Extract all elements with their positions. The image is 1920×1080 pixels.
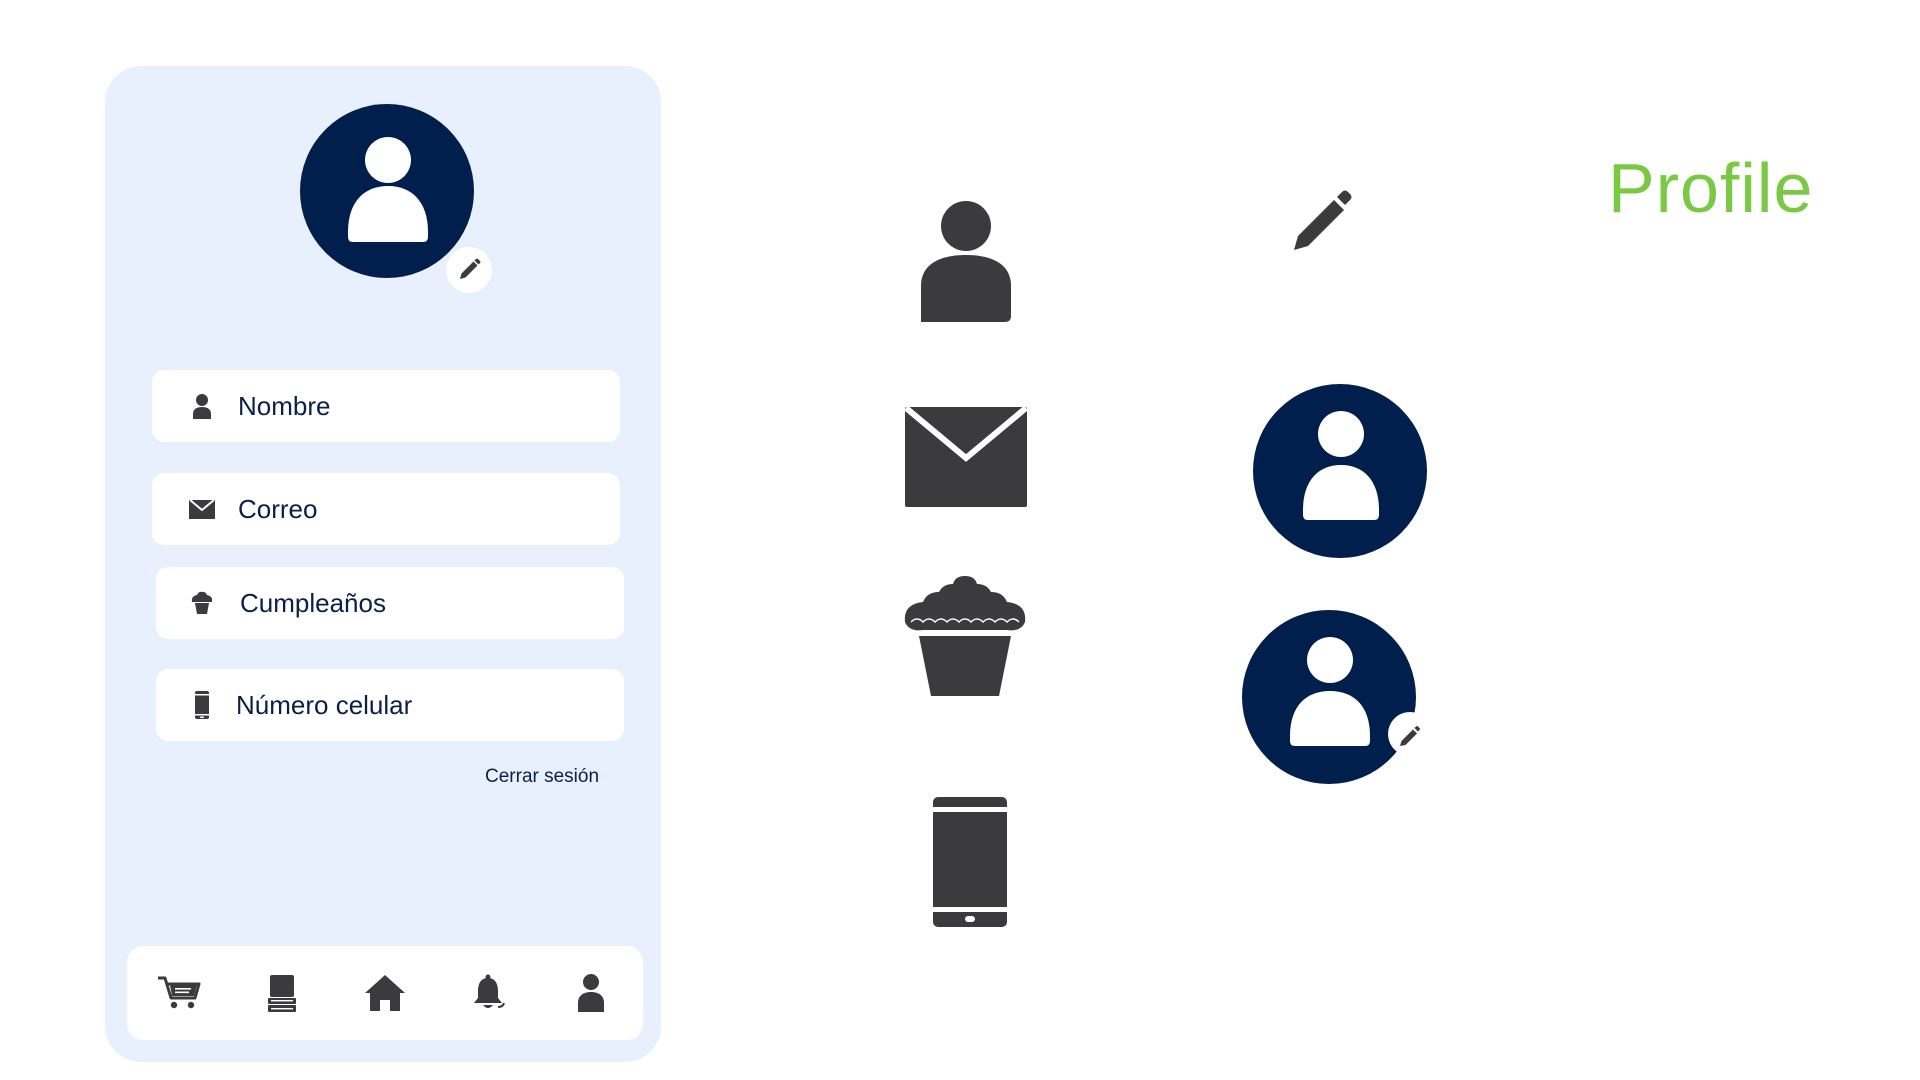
bell-icon bbox=[474, 974, 506, 1008]
user-avatar-with-edit-icon bbox=[1242, 610, 1432, 784]
edit-avatar-button[interactable] bbox=[446, 247, 492, 293]
profile-avatar[interactable] bbox=[300, 104, 492, 293]
cart-icon bbox=[157, 976, 201, 1009]
phone-field-label: Número celular bbox=[236, 689, 413, 720]
nav-cart[interactable] bbox=[155, 969, 203, 1017]
cupcake-icon bbox=[904, 576, 1026, 696]
books-icon bbox=[267, 975, 296, 1012]
nav-books[interactable] bbox=[258, 969, 306, 1017]
logout-link[interactable]: Cerrar sesión bbox=[485, 766, 599, 788]
envelope-icon bbox=[904, 406, 1028, 507]
cupcake-icon bbox=[188, 589, 216, 617]
email-field-label: Correo bbox=[238, 493, 318, 524]
user-icon bbox=[921, 201, 1011, 322]
birthday-field[interactable]: Cumpleaños bbox=[156, 567, 624, 639]
user-avatar-icon bbox=[1253, 384, 1427, 558]
user-avatar-icon bbox=[348, 137, 428, 242]
home-icon bbox=[364, 975, 405, 1011]
nav-home[interactable] bbox=[361, 969, 409, 1017]
birthday-field-label: Cumpleaños bbox=[240, 587, 386, 618]
nav-profile[interactable] bbox=[567, 969, 615, 1017]
pencil-icon bbox=[460, 258, 481, 279]
page-title: Profile bbox=[1608, 149, 1814, 227]
user-icon bbox=[578, 974, 605, 1012]
bottom-navigation bbox=[127, 946, 643, 1040]
avatar-circle bbox=[300, 104, 474, 278]
name-field[interactable]: Nombre bbox=[152, 370, 620, 442]
profile-screen: Nombre Correo Cumpleaños Número celular … bbox=[105, 66, 661, 1062]
email-field[interactable]: Correo bbox=[152, 473, 620, 545]
envelope-icon bbox=[188, 495, 216, 523]
name-field-label: Nombre bbox=[238, 390, 331, 421]
user-icon bbox=[188, 392, 216, 420]
mobile-phone-icon bbox=[188, 691, 216, 719]
nav-notifications[interactable] bbox=[464, 969, 512, 1017]
pencil-icon bbox=[1294, 190, 1352, 250]
phone-field[interactable]: Número celular bbox=[156, 669, 624, 741]
mobile-phone-icon bbox=[933, 797, 1007, 927]
